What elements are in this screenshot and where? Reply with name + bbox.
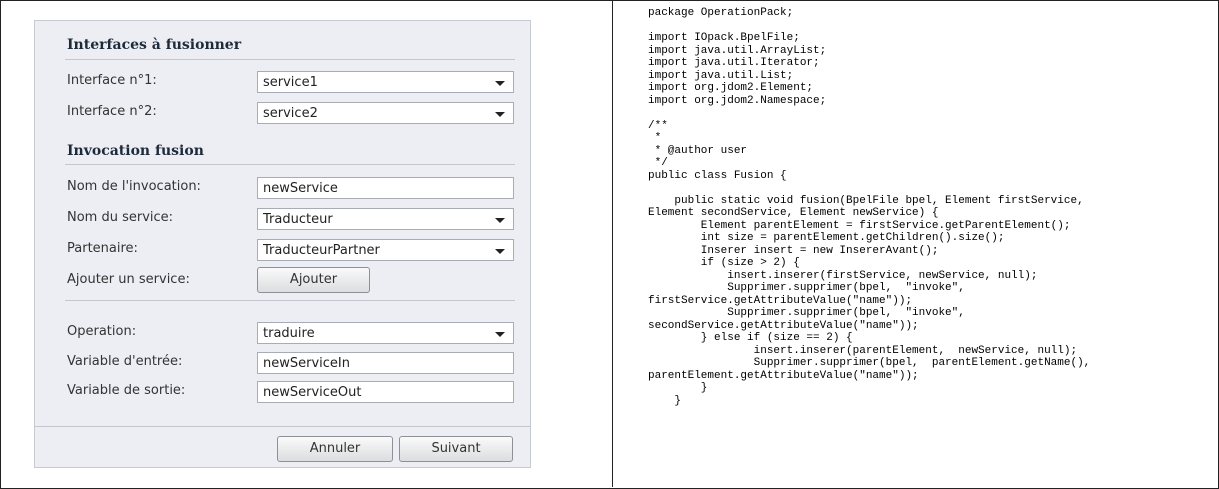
code-line: Inserer insert = new InsererAvant(); (648, 244, 939, 257)
code-line: insert.inserer(parentElement, newService… (648, 344, 1078, 357)
code-line: parentElement.getAttributeValue("name"))… (648, 369, 919, 382)
code-line: Element parentElement = firstService.get… (648, 219, 1071, 232)
section-rule (65, 59, 515, 60)
code-line: } (648, 382, 708, 394)
invocation-name-label: Nom de l'invocation: (67, 179, 201, 194)
code-line: } else if (size == 2) { (648, 332, 853, 344)
code-line: public class Fusion { (648, 169, 787, 182)
input-variable-label: Variable d'entrée: (67, 354, 183, 369)
add-button[interactable]: Ajouter (257, 267, 370, 293)
code-line: import java.util.ArrayList; (648, 44, 827, 57)
code-line: if (size > 2) { (648, 257, 800, 269)
code-line: import org.jdom2.Element; (648, 82, 814, 94)
code-line: import org.jdom2.Namespace; (648, 94, 827, 107)
operation-value: traduire (263, 326, 315, 341)
code-line: Supprimer.supprimer(bpel, "invoke", (648, 282, 965, 294)
chevron-down-icon (495, 249, 505, 254)
service-name-value: Traducteur (263, 212, 333, 227)
code-line: import java.util.Iterator; (648, 57, 820, 69)
output-variable-label: Variable de sortie: (67, 383, 186, 398)
interface2-value: service2 (263, 106, 318, 121)
chevron-down-icon (495, 218, 505, 223)
merge-dialog: Interfaces à fusionner Interface n°1: se… (34, 20, 531, 468)
add-service-label: Ajouter un service: (67, 272, 190, 287)
chevron-down-icon (495, 112, 505, 117)
code-line: * @author user (648, 144, 748, 157)
interface1-select[interactable]: service1 (257, 71, 514, 93)
interface1-label: Interface n°1: (67, 73, 157, 88)
output-variable-input[interactable] (257, 381, 514, 403)
panel-divider (612, 0, 613, 487)
input-variable-input[interactable] (257, 352, 514, 374)
interface2-select[interactable]: service2 (257, 102, 514, 124)
cancel-button[interactable]: Annuler (277, 436, 393, 462)
code-line: } (648, 394, 682, 407)
code-line: Supprimer.supprimer(bpel, "invoke", (648, 307, 965, 319)
operation-select[interactable]: traduire (257, 322, 514, 344)
next-button[interactable]: Suivant (399, 436, 513, 462)
footer-separator (35, 426, 530, 427)
separator (65, 300, 515, 301)
service-name-select[interactable]: Traducteur (257, 208, 514, 230)
section-title-interfaces: Interfaces à fusionner (67, 37, 242, 53)
section-rule (65, 164, 515, 165)
partner-select[interactable]: TraducteurPartner (257, 239, 514, 261)
code-listing: package OperationPack; import IOpack.Bpel… (648, 7, 1090, 407)
code-line: secondService.getAttributeValue("name"))… (648, 319, 919, 332)
invocation-name-input[interactable] (257, 177, 514, 199)
code-line: int size = parentElement.getChildren().s… (648, 232, 1005, 244)
code-line: package OperationPack; (648, 7, 794, 19)
code-line: insert.inserer(firstService, newService,… (648, 269, 1038, 282)
code-line: Supprimer.supprimer(bpel, parentElement.… (648, 357, 1091, 369)
interface2-label: Interface n°2: (67, 104, 157, 119)
partner-label: Partenaire: (67, 241, 138, 256)
code-line: import IOpack.BpelFile; (648, 32, 800, 44)
code-line: Element secondService, Element newServic… (648, 207, 939, 219)
chevron-down-icon (495, 332, 505, 337)
operation-label: Operation: (67, 324, 137, 339)
code-line: public static void fusion(BpelFile bpel,… (648, 194, 1084, 207)
code-line: import java.util.List; (648, 69, 794, 82)
code-line: */ (648, 157, 668, 169)
code-line: * (648, 132, 662, 144)
code-line: /** (648, 119, 668, 132)
section-title-invocation: Invocation fusion (67, 143, 204, 159)
code-line: firstService.getAttributeValue("name")); (648, 294, 913, 307)
service-name-label: Nom du service: (67, 210, 174, 225)
partner-value: TraducteurPartner (263, 243, 380, 258)
interface1-value: service1 (263, 75, 318, 90)
chevron-down-icon (495, 81, 505, 86)
